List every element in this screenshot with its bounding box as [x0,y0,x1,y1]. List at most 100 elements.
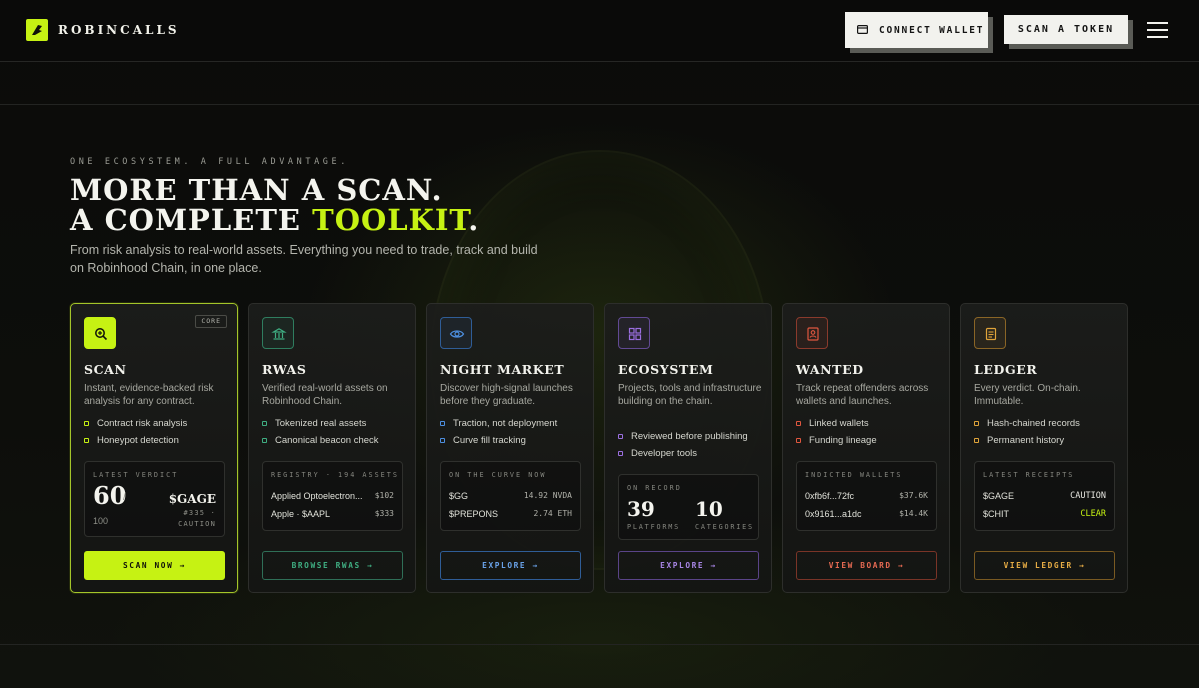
bullet-icon [84,421,89,426]
feature-item: Linked wallets [796,417,877,434]
feature-text: Contract risk analysis [97,418,188,429]
feature-item: Canonical beacon check [262,434,379,451]
feature-item: Contract risk analysis [84,417,187,434]
section-divider [0,104,1199,105]
wallet-address: 0xfb6f...72fc [805,491,855,501]
platforms-label: PLATFORMS [627,523,681,531]
card-title: ECOSYSTEM [618,362,714,377]
id-badge-icon [796,317,828,349]
token-value: 2.74 ETH [533,509,572,518]
feature-text: Permanent history [987,435,1065,446]
verdict-token: $GAGE [168,492,216,506]
feature-list: Contract risk analysis Honeypot detectio… [84,417,187,451]
panel-row[interactable]: $CHIT CLEAR [983,509,1106,521]
receipt-status: CAUTION [1070,491,1106,501]
feature-text: Developer tools [631,448,698,459]
feature-item: Tokenized real assets [262,417,379,434]
indicted-wallets-panel: INDICTED WALLETS 0xfb6f...72fc $37.6K 0x… [796,461,937,531]
feature-list: Hash-chained records Permanent history [974,417,1080,451]
card-description: Projects, tools and infrastructure build… [618,383,762,407]
on-record-panel: ON RECORD 39 PLATFORMS 10 CATEGORIES [618,474,759,540]
feature-list: Tokenized real assets Canonical beacon c… [262,417,379,451]
token-name: $GG [449,491,469,501]
verdict-status: CAUTION [178,520,216,528]
scan-now-button[interactable]: SCAN NOW → [84,551,225,580]
card-rwas: RWAS Verified real-world assets on Robin… [248,303,416,593]
verdict-token-id: #335 · [183,509,216,517]
wallet-icon [857,25,869,37]
card-description: Track repeat offenders across wallets an… [796,383,929,407]
panel-row[interactable]: 0x9161...a1dc $14.4K [805,509,928,521]
feature-text: Curve fill tracking [453,435,526,446]
categories-label: CATEGORIES [695,523,754,531]
receipt-token: $CHIT [983,509,1010,519]
asset-name: Applied Optoelectron... [271,491,363,501]
feature-text: Funding lineage [809,435,877,446]
feature-list: Traction, not deployment Curve fill trac… [440,417,557,451]
asset-name: Apple · $AAPL [271,509,331,519]
card-description: Instant, evidence-backed risk analysis f… [84,383,214,407]
headline-accent: TOOLKIT [312,203,469,237]
panel-row[interactable]: $GAGE CAUTION [983,491,1106,503]
panel-label: ON RECORD [627,484,682,492]
verdict-meta: #335 · CAUTION [156,508,216,530]
bank-icon [262,317,294,349]
card-title: NIGHT MARKET [440,362,565,377]
bullet-icon [796,438,801,443]
card-scan: CORE SCAN Instant, evidence-backed risk … [70,303,238,593]
scan-token-button[interactable]: SCAN A TOKEN [1004,15,1128,44]
registry-panel: REGISTRY · 194 ASSETS Applied Optoelectr… [262,461,403,531]
card-description: Verified real-world assets on Robinhood … [262,383,388,407]
panel-row[interactable]: Apple · $AAPL $333 [271,509,394,521]
hamburger-menu-icon[interactable] [1147,22,1168,38]
feature-text: Reviewed before publishing [631,431,748,442]
bullet-icon [262,421,267,426]
core-badge: CORE [195,315,227,328]
feature-item: Funding lineage [796,434,877,451]
connect-wallet-button[interactable]: CONNECT WALLET [845,12,988,48]
panel-row[interactable]: 0xfb6f...72fc $37.6K [805,491,928,503]
wallet-address: 0x9161...a1dc [805,509,862,519]
section-eyebrow: ONE ECOSYSTEM. A FULL ADVANTAGE. [70,157,349,167]
panel-row[interactable]: $GG 14.92 NVDA [449,491,572,503]
wallet-value: $37.6K [899,491,928,500]
asset-value: $333 [374,509,394,518]
feature-item: Curve fill tracking [440,434,557,451]
magnify-icon [84,317,116,349]
verdict-score: 60 [93,481,127,510]
browse-rwas-button[interactable]: BROWSE RWAS → [262,551,403,580]
eye-icon [440,317,472,349]
explore-night-market-button[interactable]: EXPLORE → [440,551,581,580]
feature-text: Traction, not deployment [453,418,558,429]
headline-line-1: MORE THAN A SCAN. [70,173,443,207]
feature-item: Honeypot detection [84,434,187,451]
card-title: RWAS [262,362,307,377]
brand-logo-icon[interactable] [26,19,48,41]
token-name: $PREPONS [449,509,499,519]
card-description: Discover high-signal launches before the… [440,383,573,407]
wallet-value: $14.4K [899,509,928,518]
bullet-icon [440,438,445,443]
card-title: LEDGER [974,362,1038,377]
view-board-button[interactable]: VIEW BOARD → [796,551,937,580]
bullet-icon [974,421,979,426]
bullet-icon [440,421,445,426]
view-ledger-button[interactable]: VIEW LEDGER → [974,551,1115,580]
panel-label: ON THE CURVE NOW [449,471,547,479]
feature-text: Tokenized real assets [275,418,367,429]
card-night-market: NIGHT MARKET Discover high-signal launch… [426,303,594,593]
panel-row[interactable]: Applied Optoelectron... $102 [271,491,394,503]
brand-name[interactable]: ROBINCALLS [58,23,180,37]
categories-count: 10 [695,497,723,521]
card-title: WANTED [796,362,864,377]
feature-item: Permanent history [974,434,1080,451]
feature-text: Linked wallets [809,418,869,429]
card-ecosystem: ECOSYSTEM Projects, tools and infrastruc… [604,303,772,593]
ledger-icon [974,317,1006,349]
explore-ecosystem-button[interactable]: EXPLORE → [618,551,759,580]
receipt-status: CLEAR [1080,509,1106,519]
headline-line-2: A COMPLETE TOOLKIT. [70,205,479,235]
panel-row[interactable]: $PREPONS 2.74 ETH [449,509,572,521]
bullet-icon [618,451,623,456]
connect-wallet-label: CONNECT WALLET [879,24,985,36]
